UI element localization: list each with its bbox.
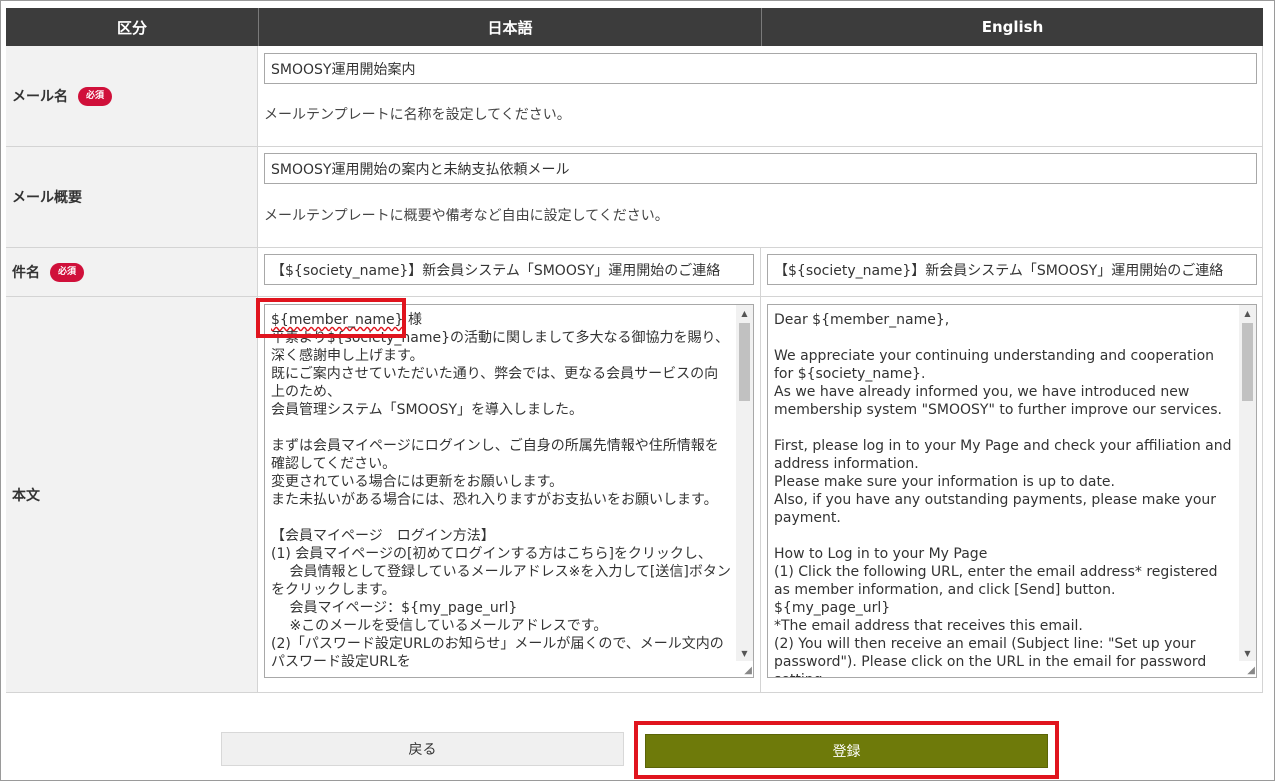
body-label-cell: 本文 bbox=[6, 297, 258, 693]
required-badge: 必須 bbox=[50, 262, 85, 282]
scroll-down-icon[interactable]: ▼ bbox=[736, 645, 753, 661]
mail-name-input[interactable]: SMOOSY運用開始案内 bbox=[264, 53, 1257, 84]
header-section: 区分 bbox=[6, 8, 258, 46]
subject-ja-input[interactable]: 【${society_name}】新会員システム「SMOOSY」運用開始のご連絡 bbox=[264, 254, 754, 285]
body-ja-suffix: 様 bbox=[403, 312, 423, 328]
back-button[interactable]: 戻る bbox=[221, 732, 624, 766]
header-japanese: 日本語 bbox=[258, 8, 761, 46]
body-en-text: Dear ${member_name}, We appreciate your … bbox=[774, 312, 1232, 677]
mail-summary-hint: メールテンプレートに概要や備考など自由に設定してください。 bbox=[264, 208, 669, 224]
subject-label-cell: 件名 必須 bbox=[6, 248, 258, 297]
scroll-down-icon[interactable]: ▼ bbox=[1239, 645, 1256, 661]
body-ja-scrollbar[interactable]: ▲ ▼ bbox=[736, 305, 753, 661]
body-en-scrollbar[interactable]: ▲ ▼ bbox=[1239, 305, 1256, 661]
mail-name-hint: メールテンプレートに名称を設定してください。 bbox=[264, 107, 571, 123]
body-ja-textarea[interactable]: ${member_name} 様 平素より${society_name}の活動に… bbox=[264, 304, 754, 678]
resize-grip-icon[interactable]: ◢ bbox=[1240, 661, 1255, 676]
body-en-textarea[interactable]: Dear ${member_name}, We appreciate your … bbox=[767, 304, 1257, 678]
mail-summary-label: メール概要 bbox=[12, 190, 82, 206]
scroll-up-icon[interactable]: ▲ bbox=[1239, 305, 1256, 321]
highlight-box-submit bbox=[634, 721, 1059, 779]
subject-label: 件名 bbox=[12, 265, 40, 281]
scroll-thumb[interactable] bbox=[739, 323, 750, 401]
body-label: 本文 bbox=[12, 487, 40, 504]
body-ja-text: ${member_name} 様 平素より${society_name}の活動に… bbox=[271, 311, 731, 671]
mail-summary-input[interactable]: SMOOSY運用開始の案内と未納支払依頼メール bbox=[264, 153, 1257, 184]
mail-summary-label-cell: メール概要 bbox=[6, 147, 258, 248]
header-english: English bbox=[761, 8, 1263, 46]
scroll-up-icon[interactable]: ▲ bbox=[736, 305, 753, 321]
subject-en-input[interactable]: 【${society_name}】新会員システム「SMOOSY」運用開始のご連絡 bbox=[767, 254, 1257, 285]
scroll-thumb[interactable] bbox=[1242, 323, 1253, 401]
resize-grip-icon[interactable]: ◢ bbox=[737, 661, 752, 676]
required-badge: 必須 bbox=[78, 86, 113, 106]
mail-name-label-cell: メール名 必須 bbox=[6, 46, 258, 147]
mail-name-label: メール名 bbox=[12, 89, 68, 105]
body-ja-rest: 平素より${society_name}の活動に関しまして多大なる御協力を賜り、深… bbox=[271, 330, 731, 670]
highlight-box-member-name bbox=[256, 298, 406, 338]
